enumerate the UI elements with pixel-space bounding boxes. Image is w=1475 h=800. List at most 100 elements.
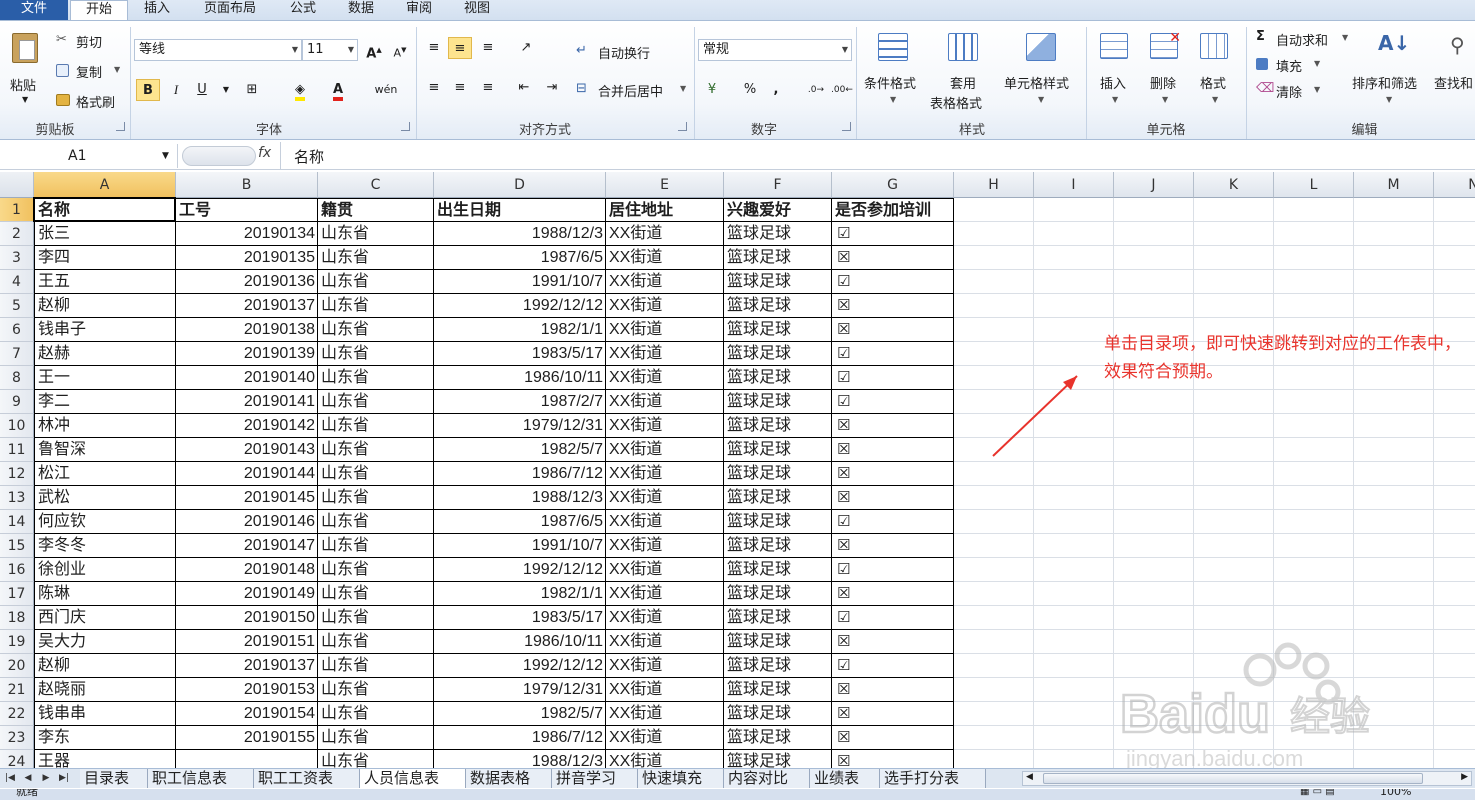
sheet-tab[interactable]: 目录表 bbox=[80, 769, 148, 788]
horizontal-scrollbar[interactable]: ◀ ▶ bbox=[1022, 771, 1472, 786]
cell-d11[interactable]: 1982/5/7 bbox=[434, 438, 606, 462]
cell-c11[interactable]: 山东省 bbox=[318, 438, 434, 462]
cell-f12[interactable]: 篮球足球 bbox=[724, 462, 832, 486]
cell-f22[interactable]: 篮球足球 bbox=[724, 702, 832, 726]
paste-button[interactable]: 粘贴 ▼ bbox=[6, 29, 46, 113]
cell-f15[interactable]: 篮球足球 bbox=[724, 534, 832, 558]
format-as-table-button[interactable]: 套用 表格格式 bbox=[928, 27, 1000, 117]
cell-e6[interactable]: XX街道 bbox=[606, 318, 724, 342]
row-header[interactable]: 12 bbox=[0, 462, 34, 486]
cell-g8[interactable]: ☑ bbox=[832, 366, 954, 390]
cell-b8[interactable]: 20190140 bbox=[176, 366, 318, 390]
column-header-n[interactable]: N bbox=[1434, 172, 1475, 198]
orientation-icon[interactable]: ↗ bbox=[514, 37, 538, 59]
cell-e24[interactable]: XX街道 bbox=[606, 750, 724, 768]
cell-f5[interactable]: 篮球足球 bbox=[724, 294, 832, 318]
cell-g5[interactable]: ☒ bbox=[832, 294, 954, 318]
sheet-tab[interactable]: 人员信息表 bbox=[360, 769, 466, 788]
cell-f23[interactable]: 篮球足球 bbox=[724, 726, 832, 750]
cell-g1[interactable]: 是否参加培训 bbox=[832, 198, 954, 222]
view-buttons-icon[interactable]: ▦ ▭ ▤ bbox=[1300, 789, 1335, 799]
cell-c22[interactable]: 山东省 bbox=[318, 702, 434, 726]
cell-a17[interactable]: 陈琳 bbox=[34, 582, 176, 606]
cell-a15[interactable]: 李冬冬 bbox=[34, 534, 176, 558]
prev-sheet-icon[interactable]: ◀ bbox=[22, 771, 34, 785]
row-header[interactable]: 20 bbox=[0, 654, 34, 678]
cell-b2[interactable]: 20190134 bbox=[176, 222, 318, 246]
currency-icon[interactable]: ¥ bbox=[700, 79, 724, 101]
cell-c6[interactable]: 山东省 bbox=[318, 318, 434, 342]
cell-b21[interactable]: 20190153 bbox=[176, 678, 318, 702]
cell-e19[interactable]: XX街道 bbox=[606, 630, 724, 654]
cell-e4[interactable]: XX街道 bbox=[606, 270, 724, 294]
cell-b12[interactable]: 20190144 bbox=[176, 462, 318, 486]
autosum-button[interactable]: Σ 自动求和 ▼ bbox=[1254, 29, 1350, 49]
row-header[interactable]: 4 bbox=[0, 270, 34, 294]
format-cells-button[interactable]: 格式 ▼ bbox=[1192, 27, 1238, 117]
row-header[interactable]: 10 bbox=[0, 414, 34, 438]
scroll-left-icon[interactable]: ◀ bbox=[1026, 772, 1033, 782]
cell-f20[interactable]: 篮球足球 bbox=[724, 654, 832, 678]
cell-d24[interactable]: 1988/12/3 bbox=[434, 750, 606, 768]
cell-c8[interactable]: 山东省 bbox=[318, 366, 434, 390]
sheet-tab[interactable]: 业绩表 bbox=[810, 769, 880, 788]
row-header[interactable]: 8 bbox=[0, 366, 34, 390]
cell-c2[interactable]: 山东省 bbox=[318, 222, 434, 246]
cell-a14[interactable]: 何应钦 bbox=[34, 510, 176, 534]
decrease-indent-icon[interactable]: ⇤ bbox=[512, 77, 536, 99]
cell-e23[interactable]: XX街道 bbox=[606, 726, 724, 750]
tab-file[interactable]: 文件 bbox=[0, 0, 68, 20]
cell-a16[interactable]: 徐创业 bbox=[34, 558, 176, 582]
cell-b15[interactable]: 20190147 bbox=[176, 534, 318, 558]
cell-e8[interactable]: XX街道 bbox=[606, 366, 724, 390]
cell-e5[interactable]: XX街道 bbox=[606, 294, 724, 318]
number-launcher-icon[interactable] bbox=[842, 122, 851, 131]
cell-g6[interactable]: ☒ bbox=[832, 318, 954, 342]
percent-button[interactable]: % bbox=[738, 79, 762, 101]
cell-e14[interactable]: XX街道 bbox=[606, 510, 724, 534]
tab-formulas[interactable]: 公式 bbox=[278, 0, 328, 20]
select-all-corner[interactable] bbox=[0, 172, 34, 198]
decrease-font-icon[interactable]: A▼ bbox=[388, 39, 412, 61]
cell-g21[interactable]: ☒ bbox=[832, 678, 954, 702]
cell-d7[interactable]: 1983/5/17 bbox=[434, 342, 606, 366]
cell-d8[interactable]: 1986/10/11 bbox=[434, 366, 606, 390]
align-center-icon[interactable]: ≡ bbox=[448, 77, 472, 99]
cell-c13[interactable]: 山东省 bbox=[318, 486, 434, 510]
last-sheet-icon[interactable]: ▶| bbox=[58, 771, 70, 785]
align-top-icon[interactable]: ≡ bbox=[422, 37, 446, 59]
font-name-select[interactable]: 等线 ▼ bbox=[134, 39, 302, 61]
cell-c12[interactable]: 山东省 bbox=[318, 462, 434, 486]
cell-f13[interactable]: 篮球足球 bbox=[724, 486, 832, 510]
row-header[interactable]: 2 bbox=[0, 222, 34, 246]
cell-d16[interactable]: 1992/12/12 bbox=[434, 558, 606, 582]
cell-b6[interactable]: 20190138 bbox=[176, 318, 318, 342]
cell-d22[interactable]: 1982/5/7 bbox=[434, 702, 606, 726]
cell-g13[interactable]: ☒ bbox=[832, 486, 954, 510]
cell-g16[interactable]: ☑ bbox=[832, 558, 954, 582]
cell-d1[interactable]: 出生日期 bbox=[434, 198, 606, 222]
cell-c21[interactable]: 山东省 bbox=[318, 678, 434, 702]
cell-b18[interactable]: 20190150 bbox=[176, 606, 318, 630]
cell-f14[interactable]: 篮球足球 bbox=[724, 510, 832, 534]
delete-cells-button[interactable]: ✕ 删除 ▼ bbox=[1142, 27, 1188, 117]
cell-e16[interactable]: XX街道 bbox=[606, 558, 724, 582]
cell-e17[interactable]: XX街道 bbox=[606, 582, 724, 606]
column-header-c[interactable]: C bbox=[318, 172, 434, 198]
cell-b19[interactable]: 20190151 bbox=[176, 630, 318, 654]
sheet-tab[interactable]: 拼音学习 bbox=[552, 769, 638, 788]
cell-f6[interactable]: 篮球足球 bbox=[724, 318, 832, 342]
cell-g20[interactable]: ☑ bbox=[832, 654, 954, 678]
cell-f4[interactable]: 篮球足球 bbox=[724, 270, 832, 294]
cell-g12[interactable]: ☒ bbox=[832, 462, 954, 486]
row-header[interactable]: 5 bbox=[0, 294, 34, 318]
cell-d4[interactable]: 1991/10/7 bbox=[434, 270, 606, 294]
cell-a23[interactable]: 李东 bbox=[34, 726, 176, 750]
cell-b7[interactable]: 20190139 bbox=[176, 342, 318, 366]
cell-e22[interactable]: XX街道 bbox=[606, 702, 724, 726]
cell-e11[interactable]: XX街道 bbox=[606, 438, 724, 462]
cut-button[interactable]: ✂ 剪切 bbox=[56, 31, 126, 51]
bold-button[interactable]: B bbox=[136, 79, 160, 101]
tab-insert[interactable]: 插入 bbox=[132, 0, 182, 20]
row-header[interactable]: 17 bbox=[0, 582, 34, 606]
